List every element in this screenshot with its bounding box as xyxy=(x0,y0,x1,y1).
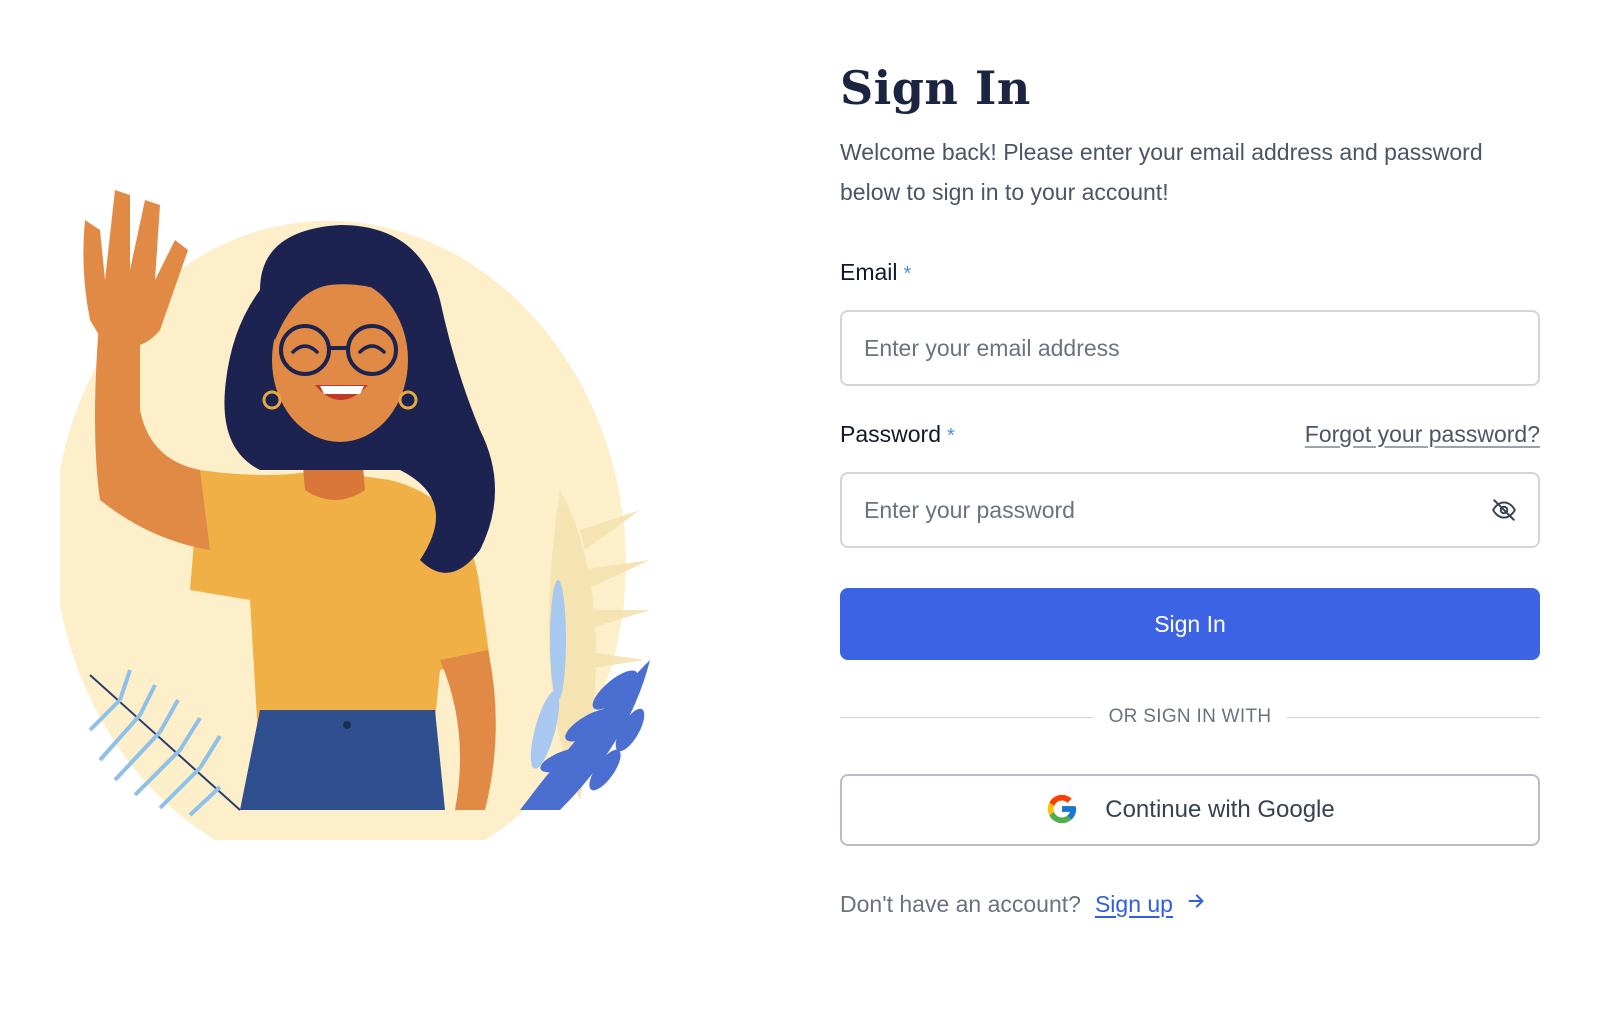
divider-text: OR SIGN IN WITH xyxy=(1108,706,1272,727)
email-label: Email * xyxy=(840,259,911,286)
required-marker: * xyxy=(903,262,912,285)
sign-up-link[interactable]: Sign up xyxy=(1095,890,1207,918)
eye-off-icon[interactable] xyxy=(1490,496,1518,524)
or-divider: OR SIGN IN WITH xyxy=(840,706,1541,728)
google-button-label: Continue with Google xyxy=(1105,796,1335,823)
password-label-text: Password xyxy=(840,420,941,447)
password-label-row: Password * Forgot your password? xyxy=(840,418,1540,450)
email-label-row: Email * xyxy=(840,256,1540,288)
divider-line xyxy=(840,716,1093,718)
email-label-text: Email xyxy=(840,258,898,285)
continue-with-google-button[interactable]: Continue with Google xyxy=(840,774,1540,846)
required-marker: * xyxy=(946,424,955,447)
sign-in-form: Sign In Welcome back! Please enter your … xyxy=(840,56,1541,918)
signup-row: Don't have an account? Sign up xyxy=(840,890,1540,918)
sign-up-link-text: Sign up xyxy=(1094,890,1173,917)
google-icon xyxy=(1045,792,1079,829)
email-input[interactable] xyxy=(862,333,1518,363)
arrow-right-icon xyxy=(1185,890,1207,918)
divider-line xyxy=(1287,716,1541,718)
waving-woman-illustration xyxy=(60,170,680,840)
password-input[interactable] xyxy=(862,495,1490,525)
page-subtitle: Welcome back! Please enter your email ad… xyxy=(840,139,1483,205)
sign-in-button[interactable]: Sign In xyxy=(840,588,1540,660)
email-field[interactable] xyxy=(840,310,1540,386)
page-title: Sign In xyxy=(840,61,1031,115)
signup-prompt: Don't have an account? xyxy=(840,890,1081,917)
password-label: Password * xyxy=(840,421,955,448)
forgot-password-link[interactable]: Forgot your password? xyxy=(1305,421,1540,448)
password-field[interactable] xyxy=(840,472,1540,548)
